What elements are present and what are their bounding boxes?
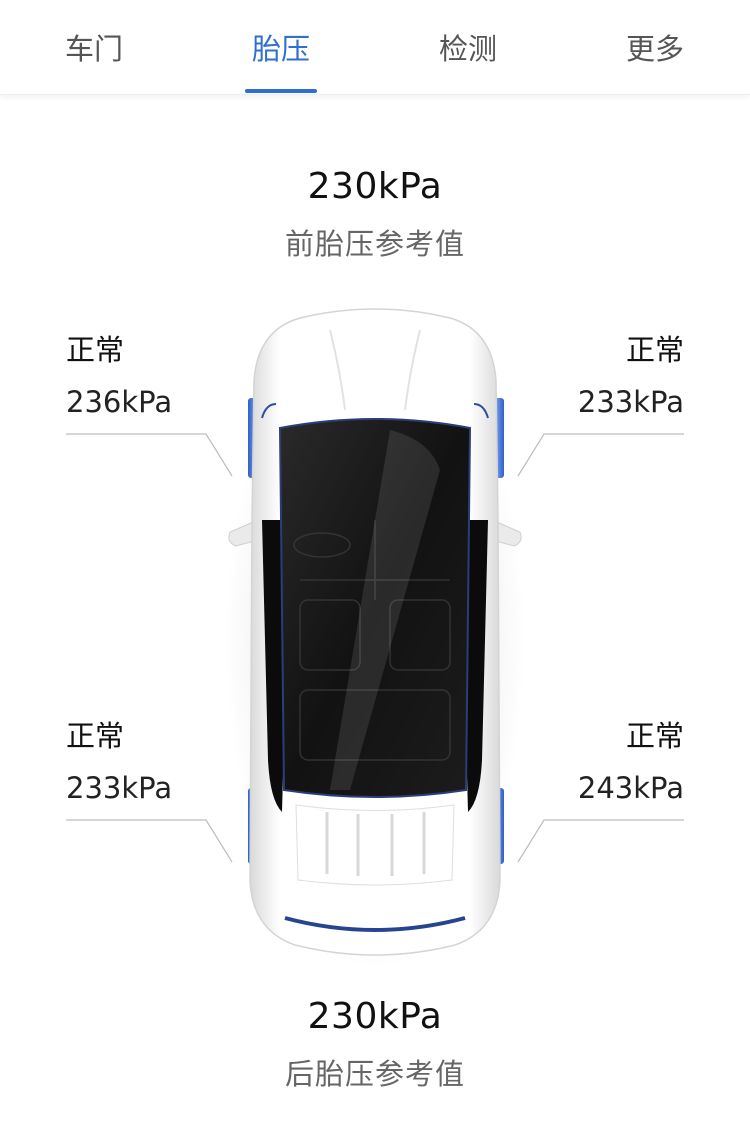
tab-more[interactable]: 更多 (595, 0, 715, 94)
rear-left-pressure: 233kPa (66, 771, 173, 805)
tab-diagnostics[interactable]: 检测 (408, 0, 528, 94)
front-right-pressure: 233kPa (577, 385, 684, 419)
car-top-view-illustration (225, 308, 525, 970)
tab-bar: 车门 胎压 检测 更多 (0, 0, 750, 95)
front-left-tire-readout: 正常 236kPa (66, 330, 226, 422)
rear-right-status: 正常 (625, 719, 684, 753)
rear-reference-label: 后胎压参考值 (284, 1057, 465, 1091)
active-tab-indicator (245, 89, 317, 93)
front-left-status: 正常 (66, 333, 125, 367)
front-right-tire-readout: 正常 233kPa (524, 330, 684, 422)
rear-reference-value: 230kPa (307, 996, 443, 1037)
rear-right-pressure: 243kPa (577, 771, 684, 805)
rear-right-tire-readout: 正常 243kPa (524, 716, 684, 808)
rear-reference: 230kPa 后胎压参考值 (0, 996, 750, 1093)
rear-left-status: 正常 (66, 719, 125, 753)
front-right-status: 正常 (625, 333, 684, 367)
tab-tire-pressure[interactable]: 胎压 (221, 0, 341, 94)
rear-left-tire-readout: 正常 233kPa (66, 716, 226, 808)
tab-doors[interactable]: 车门 (34, 0, 154, 94)
front-left-pressure: 236kPa (66, 385, 173, 419)
